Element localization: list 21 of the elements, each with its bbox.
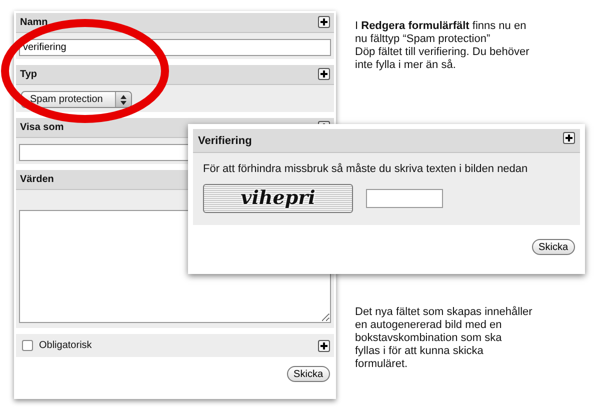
submit-button[interactable]: Skicka bbox=[286, 366, 330, 382]
plus-icon[interactable] bbox=[318, 16, 330, 28]
plus-icon[interactable] bbox=[318, 68, 330, 80]
popup-title: Verifiering bbox=[198, 134, 252, 146]
type-dropdown[interactable]: Spam protection bbox=[21, 91, 132, 108]
captcha-field[interactable] bbox=[366, 189, 443, 208]
checkbox-label: Obligatorisk bbox=[39, 340, 92, 351]
note-text: Det nya fältet som skapas innehåller en autogenererad bild med en bokstavskombination som ska fyllas i för att kunna skicka formuläret. bbox=[355, 306, 532, 371]
submit-button[interactable]: Skicka bbox=[532, 239, 575, 255]
captcha-image: vihepri bbox=[203, 184, 353, 213]
section-title: Visa som bbox=[20, 122, 64, 133]
section-title: Namn bbox=[20, 17, 48, 28]
instruction-text: För att förhindra missbruk så måste du skriva texten i bilden nedan bbox=[203, 163, 529, 176]
section-title: Värden bbox=[20, 174, 54, 185]
checkbox[interactable] bbox=[22, 340, 33, 351]
dropdown-arrows-icon bbox=[114, 92, 131, 107]
note-text: I Redgera formulärfält finns nu en nu fälttyp “Spam protection” Döp fältet till verifiering. Du behöver inte fylla i mer än så. bbox=[355, 20, 530, 72]
text-field[interactable]: verifiering bbox=[19, 39, 331, 56]
section-title: Typ bbox=[20, 69, 38, 80]
plus-icon[interactable] bbox=[563, 132, 575, 144]
plus-icon[interactable] bbox=[318, 340, 330, 352]
